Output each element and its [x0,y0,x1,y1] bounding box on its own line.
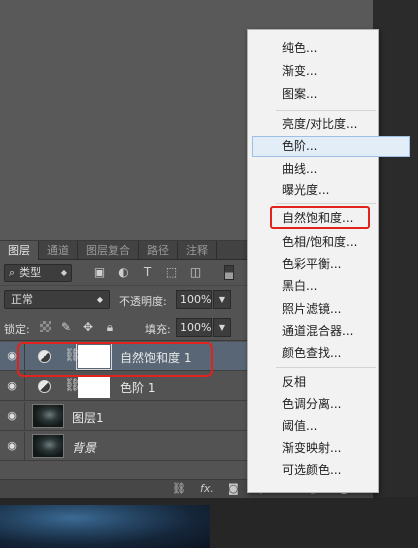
fill-field[interactable]: 100% [176,318,212,337]
annotation-highlight-menu [270,206,370,229]
menu-item-photo-filter[interactable]: 照片滤镜... [248,299,378,320]
layer-name[interactable]: 色阶 1 [120,379,155,396]
menu-item-threshold[interactable]: 阈值... [248,416,378,437]
menu-item-gradient[interactable]: 渐变... [248,61,378,82]
tab-channels[interactable]: 通道 [39,241,78,260]
lock-icons: ✎ ✥ 🔒︎ [40,320,117,334]
menu-item-pattern[interactable]: 图案... [248,84,378,105]
filter-toggle[interactable] [224,265,234,280]
blend-mode-value: 正常 [11,293,33,306]
smart-object-filter-icon[interactable]: ◫ [188,264,203,280]
menu-item-solid-color[interactable]: 纯色... [248,38,378,59]
layer-name[interactable]: 背景 [72,439,96,456]
menu-item-posterize[interactable]: 色调分离... [248,394,378,415]
updown-arrows-icon: ◆ [60,268,67,277]
add-mask-icon[interactable]: ◙ [228,482,239,496]
menu-item-gradient-map[interactable]: 渐变映射... [248,438,378,459]
blend-mode-select[interactable]: 正常 ◆ [4,290,110,309]
menu-separator [276,110,376,111]
menu-item-levels[interactable]: 色阶... [252,136,410,157]
layer-mask-thumbnail[interactable] [78,375,110,398]
adjustment-filter-icon[interactable]: ◐ [116,264,131,280]
tab-notes[interactable]: 注释 [178,241,217,260]
menu-item-invert[interactable]: 反相 [248,372,378,393]
annotation-highlight-layer [17,342,213,377]
menu-item-hue-saturation[interactable]: 色相/饱和度... [248,232,378,253]
search-icon: ⌕ [9,266,16,279]
tab-layer-comps[interactable]: 图层复合 [78,241,139,260]
layer-thumbnail[interactable] [32,404,64,428]
type-filter-icon[interactable]: T [140,264,155,280]
fx-button[interactable]: fx. [200,482,214,496]
opacity-label: 不透明度: [119,295,167,308]
opacity-field[interactable]: 100% [176,290,212,309]
menu-separator [276,203,376,204]
divider [24,432,25,461]
lock-position-move-icon[interactable]: ✥ [81,320,95,334]
kind-filter-select[interactable]: ⌕ 类型 ◆ [4,264,72,282]
menu-separator [276,367,376,368]
menu-item-color-lookup[interactable]: 颜色查找... [248,343,378,364]
layer-thumbnail[interactable] [32,434,64,458]
adjustment-layer-icon [38,380,51,393]
eye-visibility-icon[interactable]: ◉ [4,409,20,423]
divider [24,402,25,431]
updown-arrows-icon: ◆ [96,295,103,304]
kind-filter-label: 类型 [19,266,42,279]
fill-dropdown-button[interactable]: ▼ [213,318,231,337]
tab-paths[interactable]: 路径 [139,241,178,260]
opacity-dropdown-button[interactable]: ▼ [213,290,231,309]
menu-item-color-balance[interactable]: 色彩平衡... [248,254,378,275]
adjustment-layer-menu: 纯色... 渐变... 图案... 亮度/对比度... 色阶... 曲线... … [247,29,410,493]
fill-label: 填充: [145,323,171,336]
lock-label: 锁定: [4,323,30,336]
menu-item-selective-color[interactable]: 可选颜色... [248,460,378,481]
shape-filter-icon[interactable]: ⬚ [164,264,179,280]
menu-item-exposure[interactable]: 曝光度... [248,180,378,201]
lock-all-padlock-icon[interactable]: 🔒︎ [103,320,117,334]
layer-name[interactable]: 图层1 [72,409,104,426]
eye-visibility-icon[interactable]: ◉ [4,379,20,393]
eye-visibility-icon[interactable]: ◉ [4,439,20,453]
lock-image-brush-icon[interactable]: ✎ [59,320,73,334]
filter-icons: ▣ ◐ T ⬚ ◫ [92,264,203,280]
pixel-filter-icon[interactable]: ▣ [92,264,107,280]
menu-item-brightness-contrast[interactable]: 亮度/对比度... [248,114,378,135]
link-layers-icon[interactable]: ⛓ [172,482,186,496]
lock-transparent-icon[interactable] [40,321,51,332]
canvas-image-preview [0,505,210,548]
tab-layers[interactable]: 图层 [0,241,39,260]
menu-item-black-white[interactable]: 黑白... [248,276,378,297]
menu-item-curves[interactable]: 曲线... [248,159,378,180]
menu-item-channel-mixer[interactable]: 通道混合器... [248,321,378,342]
right-dock-strip [373,0,418,548]
